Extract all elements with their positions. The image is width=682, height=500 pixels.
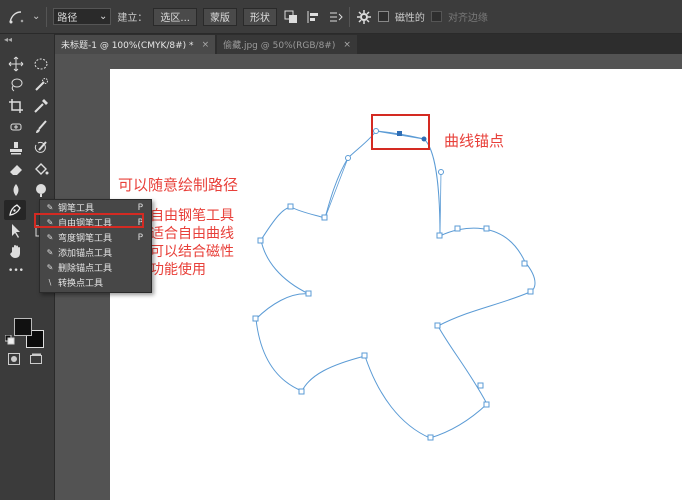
- desc-line: 自由钢笔工具: [150, 208, 234, 224]
- convert-point-icon: \: [48, 278, 52, 287]
- menu-item-label: 删除锚点工具: [58, 264, 113, 274]
- add-anchor-icon: ✎: [46, 248, 54, 257]
- tool-description-annotation: 自由钢笔工具 适合自由曲线 可以结合磁性 功能使用: [150, 207, 234, 279]
- curvature-pen-icon: ✎: [46, 233, 54, 242]
- menu-item-curvature-pen-tool[interactable]: ✎ 弯度钢笔工具 P: [40, 230, 151, 245]
- pen-icon: ✎: [46, 203, 54, 212]
- anchor-annotation: 曲线锚点: [444, 132, 505, 150]
- menu-item-label: 弯度钢笔工具: [58, 234, 113, 244]
- freeform-pen-highlight-box: [34, 213, 144, 228]
- shortcut-key: P: [137, 202, 143, 213]
- desc-line: 可以结合磁性: [150, 244, 234, 260]
- menu-item-add-anchor-tool[interactable]: ✎ 添加锚点工具: [40, 245, 151, 260]
- menu-item-label: 添加锚点工具: [58, 249, 113, 259]
- menu-item-convert-point-tool[interactable]: \ 转换点工具: [40, 275, 151, 290]
- freeform-annotation: 可以随意绘制路径: [118, 176, 239, 194]
- anchor-highlight-box: [371, 114, 430, 150]
- delete-anchor-icon: ✎: [46, 263, 54, 272]
- desc-line: 功能使用: [150, 262, 206, 278]
- shortcut-key: P: [137, 232, 143, 243]
- menu-item-delete-anchor-tool[interactable]: ✎ 删除锚点工具: [40, 260, 151, 275]
- menu-item-label: 转换点工具: [58, 279, 104, 289]
- desc-line: 适合自由曲线: [150, 226, 234, 242]
